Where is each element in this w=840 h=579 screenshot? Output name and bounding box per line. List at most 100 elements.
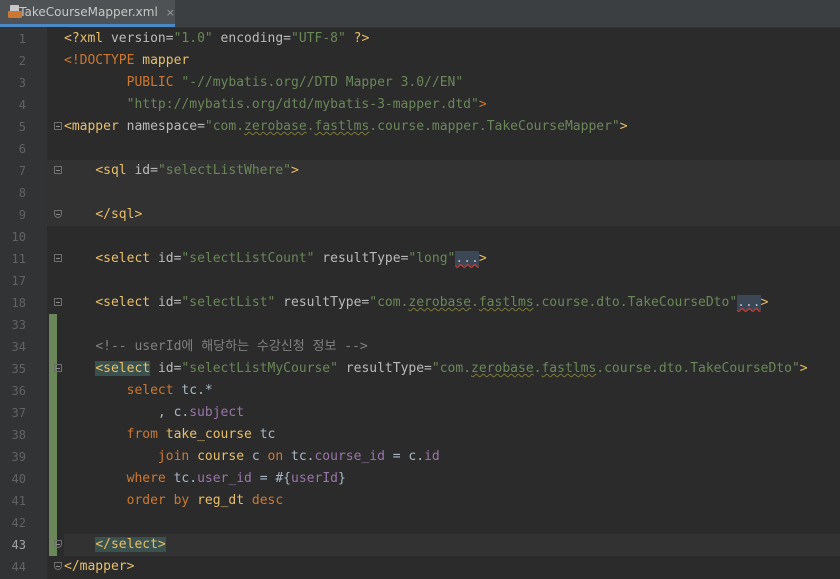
code-token: > bbox=[799, 361, 808, 376]
code-text: , c.subject bbox=[64, 402, 244, 424]
code-line[interactable]: 10 bbox=[0, 226, 840, 248]
fold-icon[interactable] bbox=[54, 122, 62, 130]
code-line[interactable]: 43 </select> bbox=[0, 534, 840, 556]
code-token: "http://mybatis.org/dtd/mybatis-3-mapper… bbox=[126, 97, 479, 112]
code-token: <?xml bbox=[64, 31, 111, 46]
fold-end-icon[interactable] bbox=[54, 562, 62, 570]
code-line[interactable]: 39 join course c on tc.course_id = c.id bbox=[0, 446, 840, 468]
fold-icon[interactable] bbox=[54, 364, 62, 372]
line-number: 41 bbox=[11, 494, 26, 508]
code-line[interactable]: 35 <select id="selectListMyCourse" resul… bbox=[0, 358, 840, 380]
code-token: userId bbox=[291, 471, 338, 486]
line-number: 3 bbox=[18, 76, 26, 90]
code-line[interactable]: 36 select tc.* bbox=[0, 380, 840, 402]
code-token: desc bbox=[251, 493, 284, 508]
fold-icon[interactable] bbox=[54, 254, 62, 262]
code-token: "-//mybatis.org//DTD Mapper 3.0//EN" bbox=[181, 75, 464, 90]
code-token: zerobase bbox=[408, 295, 472, 310]
code-token: </select> bbox=[95, 537, 166, 552]
tab-title: TakeCourseMapper.xml bbox=[19, 5, 158, 19]
code-token: <sql bbox=[95, 163, 135, 178]
code-token: encoding= bbox=[212, 31, 292, 46]
code-line[interactable]: 1 <?xml version="1.0" encoding="UTF-8" ?> bbox=[0, 28, 840, 50]
code-line[interactable]: 4 "http://mybatis.org/dtd/mybatis-3-mapp… bbox=[0, 94, 840, 116]
code-token: </mapper> bbox=[64, 559, 135, 574]
code-token: id bbox=[424, 449, 440, 464]
code-line[interactable]: 40 where tc.user_id = #{userId} bbox=[0, 468, 840, 490]
code-token: "selectList" bbox=[181, 295, 276, 310]
line-number: 18 bbox=[11, 296, 26, 310]
code-token: "selectListMyCourse" bbox=[181, 361, 338, 376]
code-text: "http://mybatis.org/dtd/mybatis-3-mapper… bbox=[64, 94, 487, 116]
code-token: from bbox=[126, 427, 166, 442]
change-marker[interactable] bbox=[49, 314, 57, 336]
close-icon[interactable]: × bbox=[166, 6, 175, 19]
code-line[interactable]: 6 bbox=[0, 138, 840, 160]
line-number: 7 bbox=[18, 164, 26, 178]
line-number: 37 bbox=[11, 406, 26, 420]
code-line[interactable]: 2 <!DOCTYPE mapper bbox=[0, 50, 840, 72]
fold-end-icon[interactable] bbox=[54, 210, 62, 218]
code-text: <sql id="selectListWhere"> bbox=[64, 160, 299, 182]
change-marker[interactable] bbox=[49, 446, 57, 468]
change-marker[interactable] bbox=[49, 402, 57, 424]
change-marker[interactable] bbox=[49, 336, 57, 358]
fold-end-icon[interactable] bbox=[54, 540, 62, 548]
change-marker[interactable] bbox=[49, 380, 57, 402]
code-token: tc. bbox=[291, 449, 315, 464]
code-token: course_id bbox=[314, 449, 385, 464]
code-line[interactable]: 33 bbox=[0, 314, 840, 336]
line-number: 9 bbox=[18, 208, 26, 222]
fold-cell bbox=[47, 28, 64, 50]
code-token: } bbox=[337, 471, 346, 486]
line-number: 44 bbox=[11, 560, 26, 574]
code-line[interactable]: 18 <select id="selectList" resultType="c… bbox=[0, 292, 840, 314]
code-line[interactable]: 37 , c.subject bbox=[0, 402, 840, 424]
code-line[interactable]: 5 <mapper namespace="com.zerobase.fastlms… bbox=[0, 116, 840, 138]
code-token: where bbox=[126, 471, 174, 486]
code-token: "com. bbox=[369, 295, 409, 310]
code-token: select bbox=[126, 383, 182, 398]
change-marker[interactable] bbox=[49, 424, 57, 446]
code-token: id= bbox=[134, 163, 158, 178]
code-line[interactable]: 44 </mapper> bbox=[0, 556, 840, 578]
code-line[interactable]: 42 bbox=[0, 512, 840, 534]
code-line[interactable]: 8 bbox=[0, 182, 840, 204]
code-token: "selectListCount" bbox=[181, 251, 315, 266]
code-token: <select bbox=[95, 361, 151, 376]
change-marker[interactable] bbox=[49, 490, 57, 512]
change-marker[interactable] bbox=[49, 512, 57, 534]
line-number: 10 bbox=[11, 230, 26, 244]
code-line[interactable]: 9 </sql> bbox=[0, 204, 840, 226]
change-marker[interactable] bbox=[49, 468, 57, 490]
code-token: ... bbox=[737, 295, 761, 310]
code-text: select tc.* bbox=[64, 380, 213, 402]
code-line[interactable]: 3 PUBLIC "-//mybatis.org//DTD Mapper 3.0… bbox=[0, 72, 840, 94]
code-line[interactable]: 17 bbox=[0, 270, 840, 292]
code-line[interactable]: 11 <select id="selectListCount" resultTy… bbox=[0, 248, 840, 270]
code-token: > bbox=[760, 295, 769, 310]
code-token: "long" bbox=[408, 251, 456, 266]
code-line[interactable]: 7 <sql id="selectListWhere"> bbox=[0, 160, 840, 182]
code-line[interactable]: 41 order by reg_dt desc bbox=[0, 490, 840, 512]
code-token: namespace= bbox=[126, 119, 205, 134]
code-token: "com. bbox=[204, 119, 245, 134]
line-number: 33 bbox=[11, 318, 26, 332]
code-token: "com. bbox=[431, 361, 472, 376]
code-text: <!-- userId에 해당하는 수강신청 정보 --> bbox=[64, 336, 367, 358]
xml-file-icon bbox=[8, 5, 22, 19]
fold-icon[interactable] bbox=[54, 298, 62, 306]
code-line[interactable]: 34 <!-- userId에 해당하는 수강신청 정보 --> bbox=[0, 336, 840, 358]
code-text: <mapper namespace="com.zerobase.fastlms.… bbox=[64, 116, 628, 138]
fold-icon[interactable] bbox=[54, 166, 62, 174]
code-line[interactable]: 38 from take_course tc bbox=[0, 424, 840, 446]
tab-takecoursemapper-xml[interactable]: TakeCourseMapper.xml × bbox=[0, 0, 175, 27]
code-editor[interactable]: 1 <?xml version="1.0" encoding="UTF-8" ?>… bbox=[0, 27, 840, 579]
